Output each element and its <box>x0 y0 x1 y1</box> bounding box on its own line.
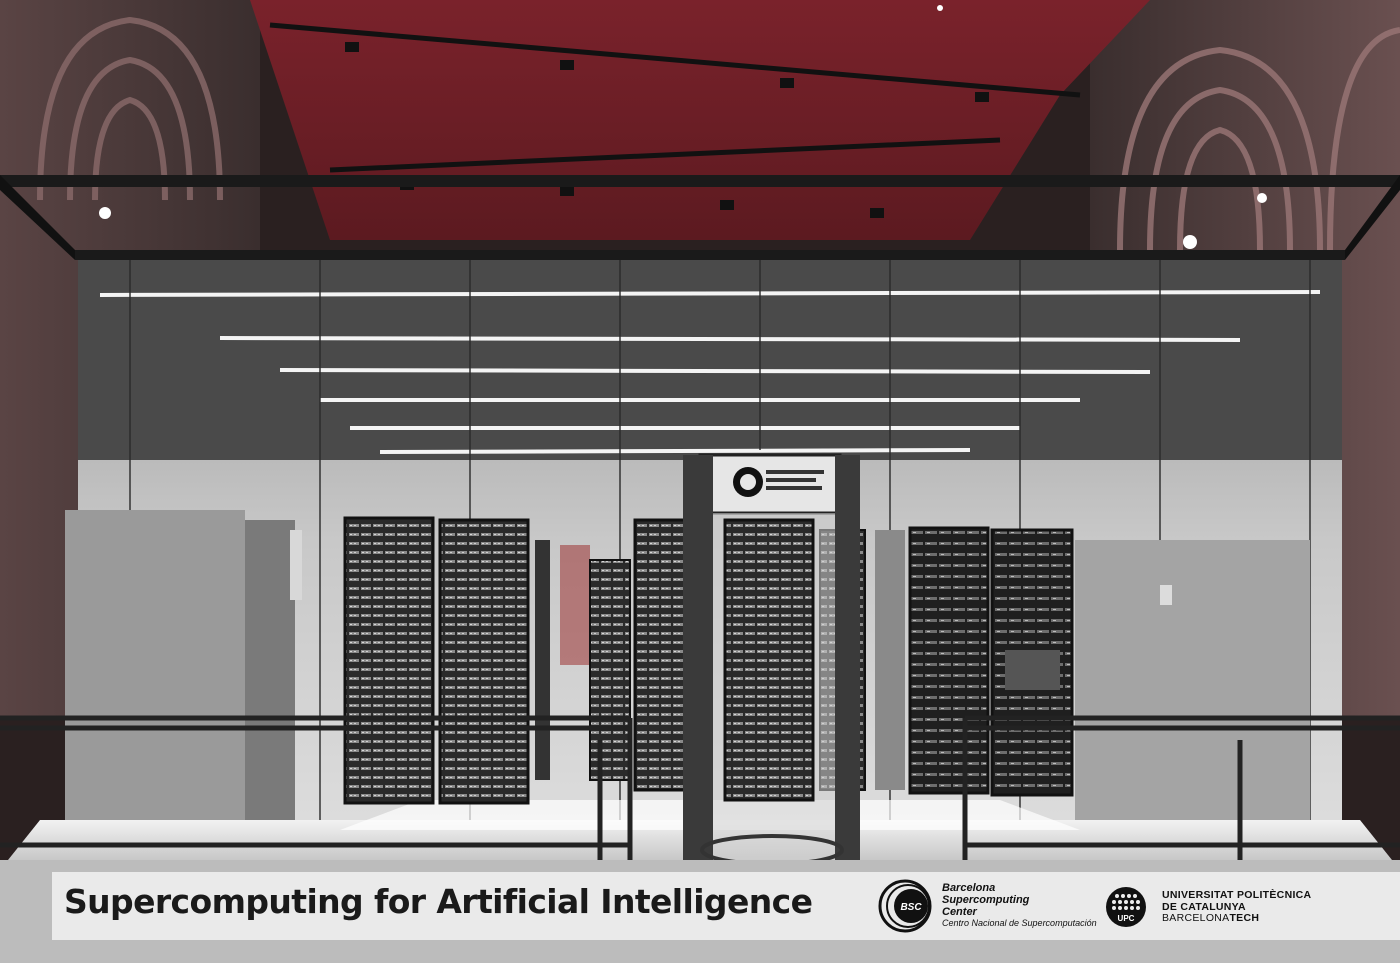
bsc-text-block: Barcelona Supercomputing Center Centro N… <box>942 882 1097 929</box>
upc-logo: UPC <box>1106 887 1146 927</box>
upc-line-3: BARCELONATECH <box>1162 912 1260 924</box>
cabinet-right <box>1075 540 1310 820</box>
security-door <box>683 453 860 866</box>
banner-title: Supercomputing for Artificial Intelligen… <box>64 882 813 921</box>
server-rack <box>438 518 530 805</box>
upc-line-1: UNIVERSITAT POLITÈCNICA <box>1162 889 1312 901</box>
caption-banner: Supercomputing for Artificial Intelligen… <box>52 872 1400 940</box>
server-rack <box>343 516 435 805</box>
photo-scene: Supercomputing for Artificial Intelligen… <box>0 0 1400 963</box>
svg-text:BSC: BSC <box>900 902 922 913</box>
bsc-name: Barcelona Supercomputing Center <box>942 882 1030 918</box>
bsc-subtitle: Centro Nacional de Supercomputación <box>942 918 1097 928</box>
server-rack <box>908 526 990 795</box>
cabinet-left <box>65 510 245 820</box>
bsc-logo: BSC <box>878 879 932 933</box>
upc-text-block: UNIVERSITAT POLITÈCNICA DE CATALUNYA BAR… <box>1162 889 1312 925</box>
server-rack <box>633 518 692 792</box>
svg-text:UPC: UPC <box>1118 914 1135 923</box>
machine-room-photo <box>0 0 1400 963</box>
